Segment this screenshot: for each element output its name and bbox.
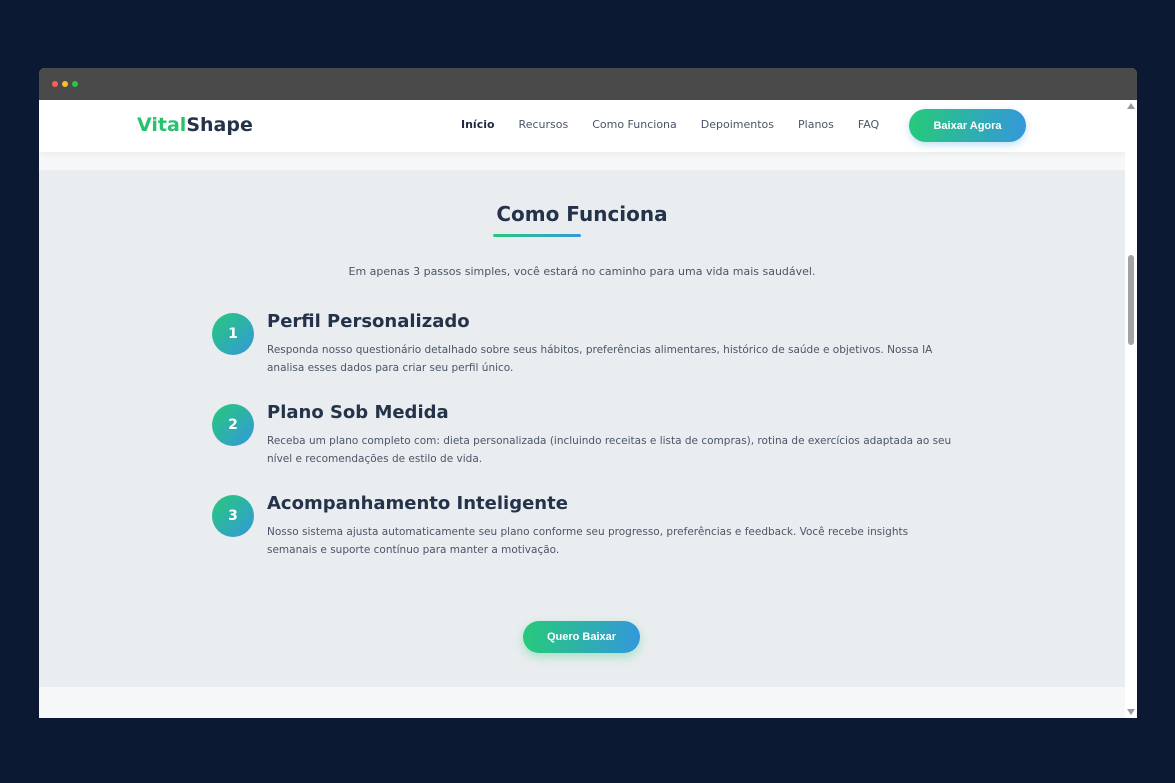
navbar: VitalShape Início Recursos Como Funciona…	[39, 100, 1125, 152]
title-underline	[493, 234, 581, 237]
nav-item-planos[interactable]: Planos	[798, 118, 834, 131]
step-description: Receba um plano completo com: dieta pers…	[267, 435, 952, 465]
nav-item-inicio[interactable]: Início	[461, 118, 495, 131]
nav-item-depoimentos[interactable]: Depoimentos	[701, 118, 774, 131]
step-title: Acompanhamento Inteligente	[267, 493, 568, 514]
section-subtitle: Em apenas 3 passos simples, você estará …	[348, 265, 816, 278]
nav-menu: Início Recursos Como Funciona Depoimento…	[461, 118, 903, 131]
step-description: Responda nosso questionário detalhado so…	[267, 344, 933, 374]
browser-window: VitalShape Início Recursos Como Funciona…	[39, 68, 1137, 718]
maximize-window-icon[interactable]	[72, 81, 78, 87]
how-it-works-section: Como Funciona Em apenas 3 passos simples…	[39, 170, 1125, 687]
brand-logo-part1: Vital	[137, 114, 187, 136]
want-download-button[interactable]: Quero Baixar	[523, 621, 640, 653]
step-title: Plano Sob Medida	[267, 402, 449, 423]
step-number-badge: 1	[212, 313, 254, 355]
step-number-badge: 3	[212, 495, 254, 537]
download-now-button[interactable]: Baixar Agora	[909, 109, 1026, 142]
brand-logo-part2: Shape	[186, 114, 253, 136]
section-title: Como Funciona	[496, 202, 668, 226]
step-number-badge: 2	[212, 404, 254, 446]
step-title: Perfil Personalizado	[267, 311, 470, 332]
minimize-window-icon[interactable]	[62, 81, 68, 87]
scroll-up-arrow-icon[interactable]	[1127, 103, 1135, 109]
close-window-icon[interactable]	[52, 81, 58, 87]
page-viewport: VitalShape Início Recursos Como Funciona…	[39, 100, 1125, 718]
step-description: Nosso sistema ajusta automaticamente seu…	[267, 526, 909, 556]
nav-item-como-funciona[interactable]: Como Funciona	[592, 118, 677, 131]
scroll-down-arrow-icon[interactable]	[1127, 709, 1135, 715]
scroll-thumb[interactable]	[1128, 255, 1134, 345]
brand-logo[interactable]: VitalShape	[137, 114, 253, 136]
nav-item-recursos[interactable]: Recursos	[519, 118, 569, 131]
page-scrollbar[interactable]	[1125, 100, 1137, 718]
browser-titlebar	[39, 68, 1137, 100]
nav-item-faq[interactable]: FAQ	[858, 118, 879, 131]
